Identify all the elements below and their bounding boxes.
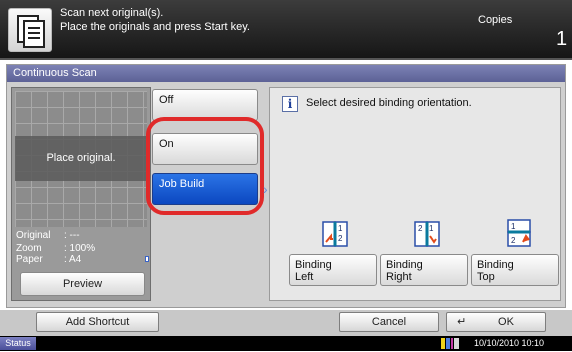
paper-label: Paper [16,254,43,265]
binding-pane: i Select desired binding orientation. 1 … [269,87,561,301]
svg-text:2: 2 [418,224,423,233]
ok-button[interactable]: ↵ OK [446,312,546,332]
continuous-scan-panel: Continuous Scan Place original. Original… [6,64,566,308]
info-icon: i [282,96,298,112]
panel-title: Continuous Scan [7,65,565,82]
svg-text:1: 1 [511,222,516,231]
cancel-button[interactable]: Cancel [339,312,439,332]
binding-right-icon: 2 1 [414,220,442,250]
svg-text:1: 1 [338,224,343,233]
preview-area: Place original. Original : --- Zoom : 10… [11,87,151,301]
preview-image-placeholder: Place original. [15,91,147,227]
zoom-value: : 100% [64,243,96,254]
svg-text:2: 2 [511,236,516,245]
binding-top-button[interactable]: Binding Top [471,254,559,286]
chevron-right-icon: › [263,181,268,197]
binding-left-label-line2: Left [295,271,314,283]
header-message-line2: Place the originals and press Start key. [60,21,250,33]
binding-top-label-line1: Binding [477,259,514,271]
binding-top-label-line2: Top [477,271,495,283]
copier-screen: Scan next original(s). Place the origina… [0,0,572,351]
highlight-ring [146,117,264,215]
zoom-label: Zoom [16,243,42,254]
paper-value: : A4 [64,254,82,265]
bottom-bar: Add Shortcut Cancel ↵ OK [0,310,572,336]
binding-right-label-line1: Binding [386,259,423,271]
header-message-line1: Scan next original(s). [60,7,164,19]
svg-text:2: 2 [338,234,343,243]
ok-label: OK [498,316,514,328]
header-bar: Scan next original(s). Place the origina… [0,0,572,60]
add-shortcut-button[interactable]: Add Shortcut [36,312,159,332]
binding-left-label-line1: Binding [295,259,332,271]
binding-message: Select desired binding orientation. [306,97,472,109]
header-message: Scan next original(s). Place the origina… [60,6,250,34]
zoom-info-row: Zoom : 100% [16,243,146,254]
status-button[interactable]: Status [0,337,36,350]
status-bar: Status 10/10/2010 10:10 [0,336,572,351]
enter-icon: ↵ [457,316,467,328]
binding-right-label-line2: Right [386,271,412,283]
copies-label: Copies [478,14,513,26]
place-original-text: Place original. [15,136,147,181]
original-value: : --- [64,230,80,241]
copies-count: 1 [556,28,568,50]
binding-left-button[interactable]: Binding Left [289,254,377,286]
preview-button[interactable]: Preview [20,272,145,296]
paper-indicator-icon [145,256,149,262]
device-status-icon [441,338,459,349]
paper-info-row: Paper : A4 [16,254,146,265]
svg-text:1: 1 [429,224,434,233]
status-datetime: 10/10/2010 10:10 [474,338,545,348]
binding-left-icon: 1 2 [322,220,350,250]
binding-right-button[interactable]: Binding Right [380,254,468,286]
scan-document-icon [8,8,52,52]
original-label: Original [16,230,51,241]
original-info-row: Original : --- [16,230,146,241]
binding-top-icon: 1 2 [506,218,534,248]
